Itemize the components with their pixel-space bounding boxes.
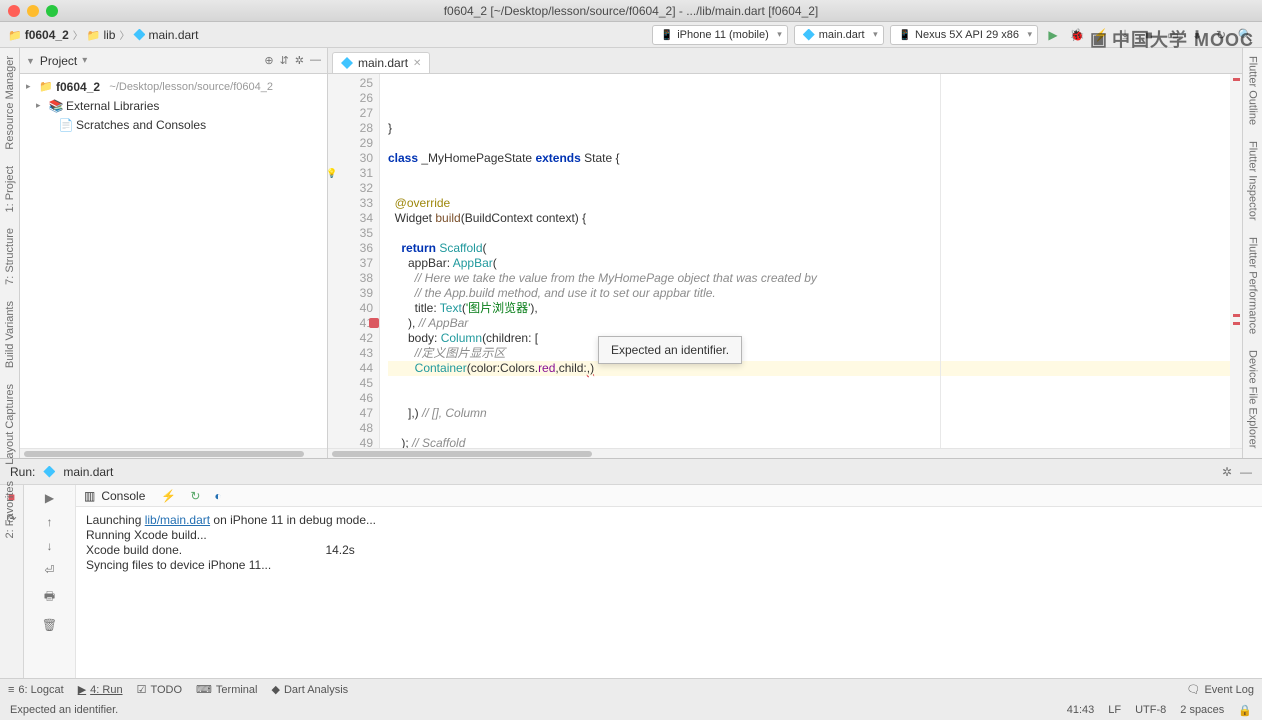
wrap-icon[interactable]: ⏎ — [44, 563, 54, 577]
print-icon[interactable]: 🖶 — [44, 587, 55, 608]
tab-main-dart[interactable]: main.dart ✕ — [332, 52, 430, 73]
gutter: 2526272829303132333435363738394041424344… — [328, 74, 380, 448]
nav-breadcrumb-bar: f0604_2 〉 lib 〉 main.dart iPhone 11 (mob… — [0, 22, 1262, 48]
hide-icon[interactable]: — — [1240, 465, 1252, 479]
status-encoding[interactable]: UTF-8 — [1135, 704, 1166, 717]
console-output[interactable]: Launching lib/main.dart on iPhone 11 in … — [76, 507, 1262, 678]
dart-file-icon — [133, 29, 145, 41]
project-panel: ▼ Project ▾ ⊕ ⇵ ✲ — ▸ f0604_2 ~/Desktop/… — [20, 48, 328, 458]
run-config-label: main.dart — [63, 465, 113, 479]
editor-scrollbar[interactable] — [328, 448, 1242, 458]
tool-layout-captures[interactable]: Layout Captures — [4, 380, 16, 469]
breadcrumb-file[interactable]: main.dart — [133, 28, 198, 42]
tool-favorites[interactable]: 2: Favorites — [4, 477, 16, 542]
settings-icon[interactable]: ✲ — [1222, 465, 1232, 479]
tree-scratches[interactable]: 📄 Scratches and Consoles — [20, 115, 327, 134]
code-body[interactable]: }class _MyHomePageState extends State { … — [380, 74, 1230, 448]
status-line-sep[interactable]: LF — [1108, 704, 1121, 717]
chevron-down-icon[interactable]: ▼ — [26, 56, 35, 66]
tab-label: main.dart — [358, 56, 408, 70]
tab-event-log[interactable]: 🗨 Event Log — [1186, 683, 1254, 696]
tab-logcat[interactable]: ≡ 6: Logcat — [8, 684, 64, 696]
library-icon: 📚 — [49, 99, 63, 113]
phone-icon — [661, 29, 673, 41]
right-tool-strip: Flutter Outline Flutter Inspector Flutte… — [1242, 48, 1262, 458]
console-icon: ▥ — [84, 489, 95, 503]
tool-project[interactable]: 1: Project — [4, 162, 16, 216]
tool-resource-manager[interactable]: Resource Manager — [4, 52, 16, 154]
folder-icon — [87, 28, 101, 42]
run-header: Run: main.dart ✲ — — [0, 459, 1262, 485]
run-toolbar-actions: ▶ ↑ ↓ ⏎ 🖶 🗑 — [24, 485, 76, 678]
run-panel: Run: main.dart ✲ — ■ ⟳ ▶ ↑ ↓ ⏎ 🖶 🗑 — [0, 458, 1262, 678]
breadcrumb-folder[interactable]: lib — [87, 28, 116, 42]
folder-icon — [8, 28, 22, 42]
editor-area: main.dart ✕ 2526272829303132333435363738… — [328, 48, 1242, 458]
chevron-right-icon: 〉 — [73, 27, 83, 42]
tab-todo[interactable]: ☑ TODO — [137, 683, 182, 696]
down-icon[interactable]: ↓ — [47, 539, 53, 553]
debug-button[interactable]: 🐞 — [1068, 26, 1086, 44]
device-selector[interactable]: iPhone 11 (mobile) — [652, 25, 788, 45]
left-tool-strip: Resource Manager 1: Project 7: Structure… — [0, 48, 20, 458]
select-opened-icon[interactable]: ⊕ — [264, 54, 273, 67]
hot-reload-icon[interactable]: ⚡ — [161, 489, 176, 503]
console-tab[interactable]: ▥ Console ⚡ ↻ ◐ — [76, 485, 1262, 507]
tree-external-libs[interactable]: ▸📚 External Libraries — [20, 96, 327, 115]
tool-flutter-outline[interactable]: Flutter Outline — [1247, 52, 1259, 129]
status-bar: Expected an identifier. 41:43 LF UTF-8 2… — [0, 700, 1262, 720]
tree-root[interactable]: ▸ f0604_2 ~/Desktop/lesson/source/f0604_… — [20, 77, 327, 96]
dart-file-icon — [803, 29, 815, 41]
close-tab-icon[interactable]: ✕ — [413, 58, 421, 69]
tool-structure[interactable]: 7: Structure — [4, 224, 16, 289]
error-stripe[interactable] — [1230, 74, 1242, 448]
hot-restart-icon[interactable]: ↻ — [190, 489, 200, 503]
run-config-selector[interactable]: main.dart — [794, 25, 884, 45]
emulator-selector[interactable]: Nexus 5X API 29 x86 — [890, 25, 1038, 45]
status-caret-pos[interactable]: 41:43 — [1067, 704, 1095, 717]
project-header: ▼ Project ▾ ⊕ ⇵ ✲ — — [20, 48, 327, 74]
status-message: Expected an identifier. — [10, 704, 118, 716]
dart-file-icon — [341, 57, 353, 69]
error-tooltip: Expected an identifier. — [598, 336, 742, 364]
dart-file-icon — [43, 466, 55, 478]
tab-dart-analysis[interactable]: ◆ Dart Analysis — [272, 683, 349, 696]
code-editor[interactable]: 2526272829303132333435363738394041424344… — [328, 74, 1242, 448]
console-tab-label: Console — [101, 489, 145, 503]
open-devtools-icon[interactable]: ◐ — [214, 489, 221, 503]
bottom-tool-tabs: ≡ 6: Logcat ▶ 4: Run ☑ TODO ⌨ Terminal ◆… — [0, 678, 1262, 700]
clear-icon[interactable]: 🗑 — [42, 618, 57, 632]
run-button[interactable]: ▶ — [1044, 26, 1062, 44]
chevron-right-icon: 〉 — [119, 27, 129, 42]
up-icon[interactable]: ↑ — [47, 515, 53, 529]
hide-icon[interactable]: — — [310, 54, 321, 67]
tool-device-file-explorer[interactable]: Device File Explorer — [1247, 346, 1259, 452]
breadcrumb-root[interactable]: f0604_2 — [8, 28, 69, 42]
folder-icon — [39, 80, 53, 93]
project-title: Project — [40, 54, 77, 68]
tab-run[interactable]: ▶ 4: Run — [78, 683, 123, 696]
tool-flutter-inspector[interactable]: Flutter Inspector — [1247, 137, 1259, 224]
scratches-icon: 📄 — [59, 118, 73, 132]
phone-icon — [899, 29, 911, 41]
status-indent[interactable]: 2 spaces — [1180, 704, 1224, 717]
titlebar: f0604_2 [~/Desktop/lesson/source/f0604_2… — [0, 0, 1262, 22]
status-lock-icon[interactable]: 🔒 — [1238, 704, 1252, 717]
watermark: ▣中国大学 MOOC — [1090, 26, 1254, 52]
tab-terminal[interactable]: ⌨ Terminal — [196, 683, 257, 696]
tool-build-variants[interactable]: Build Variants — [4, 297, 16, 372]
project-tree[interactable]: ▸ f0604_2 ~/Desktop/lesson/source/f0604_… — [20, 74, 327, 448]
console-link[interactable]: lib/main.dart — [145, 513, 210, 527]
settings-icon[interactable]: ✲ — [295, 54, 304, 67]
window-title: f0604_2 [~/Desktop/lesson/source/f0604_2… — [0, 4, 1262, 18]
console-view-icon[interactable]: ▶ — [45, 491, 54, 505]
tool-flutter-performance[interactable]: Flutter Performance — [1247, 233, 1259, 338]
collapse-all-icon[interactable]: ⇵ — [280, 54, 289, 67]
project-scrollbar[interactable] — [20, 448, 327, 458]
